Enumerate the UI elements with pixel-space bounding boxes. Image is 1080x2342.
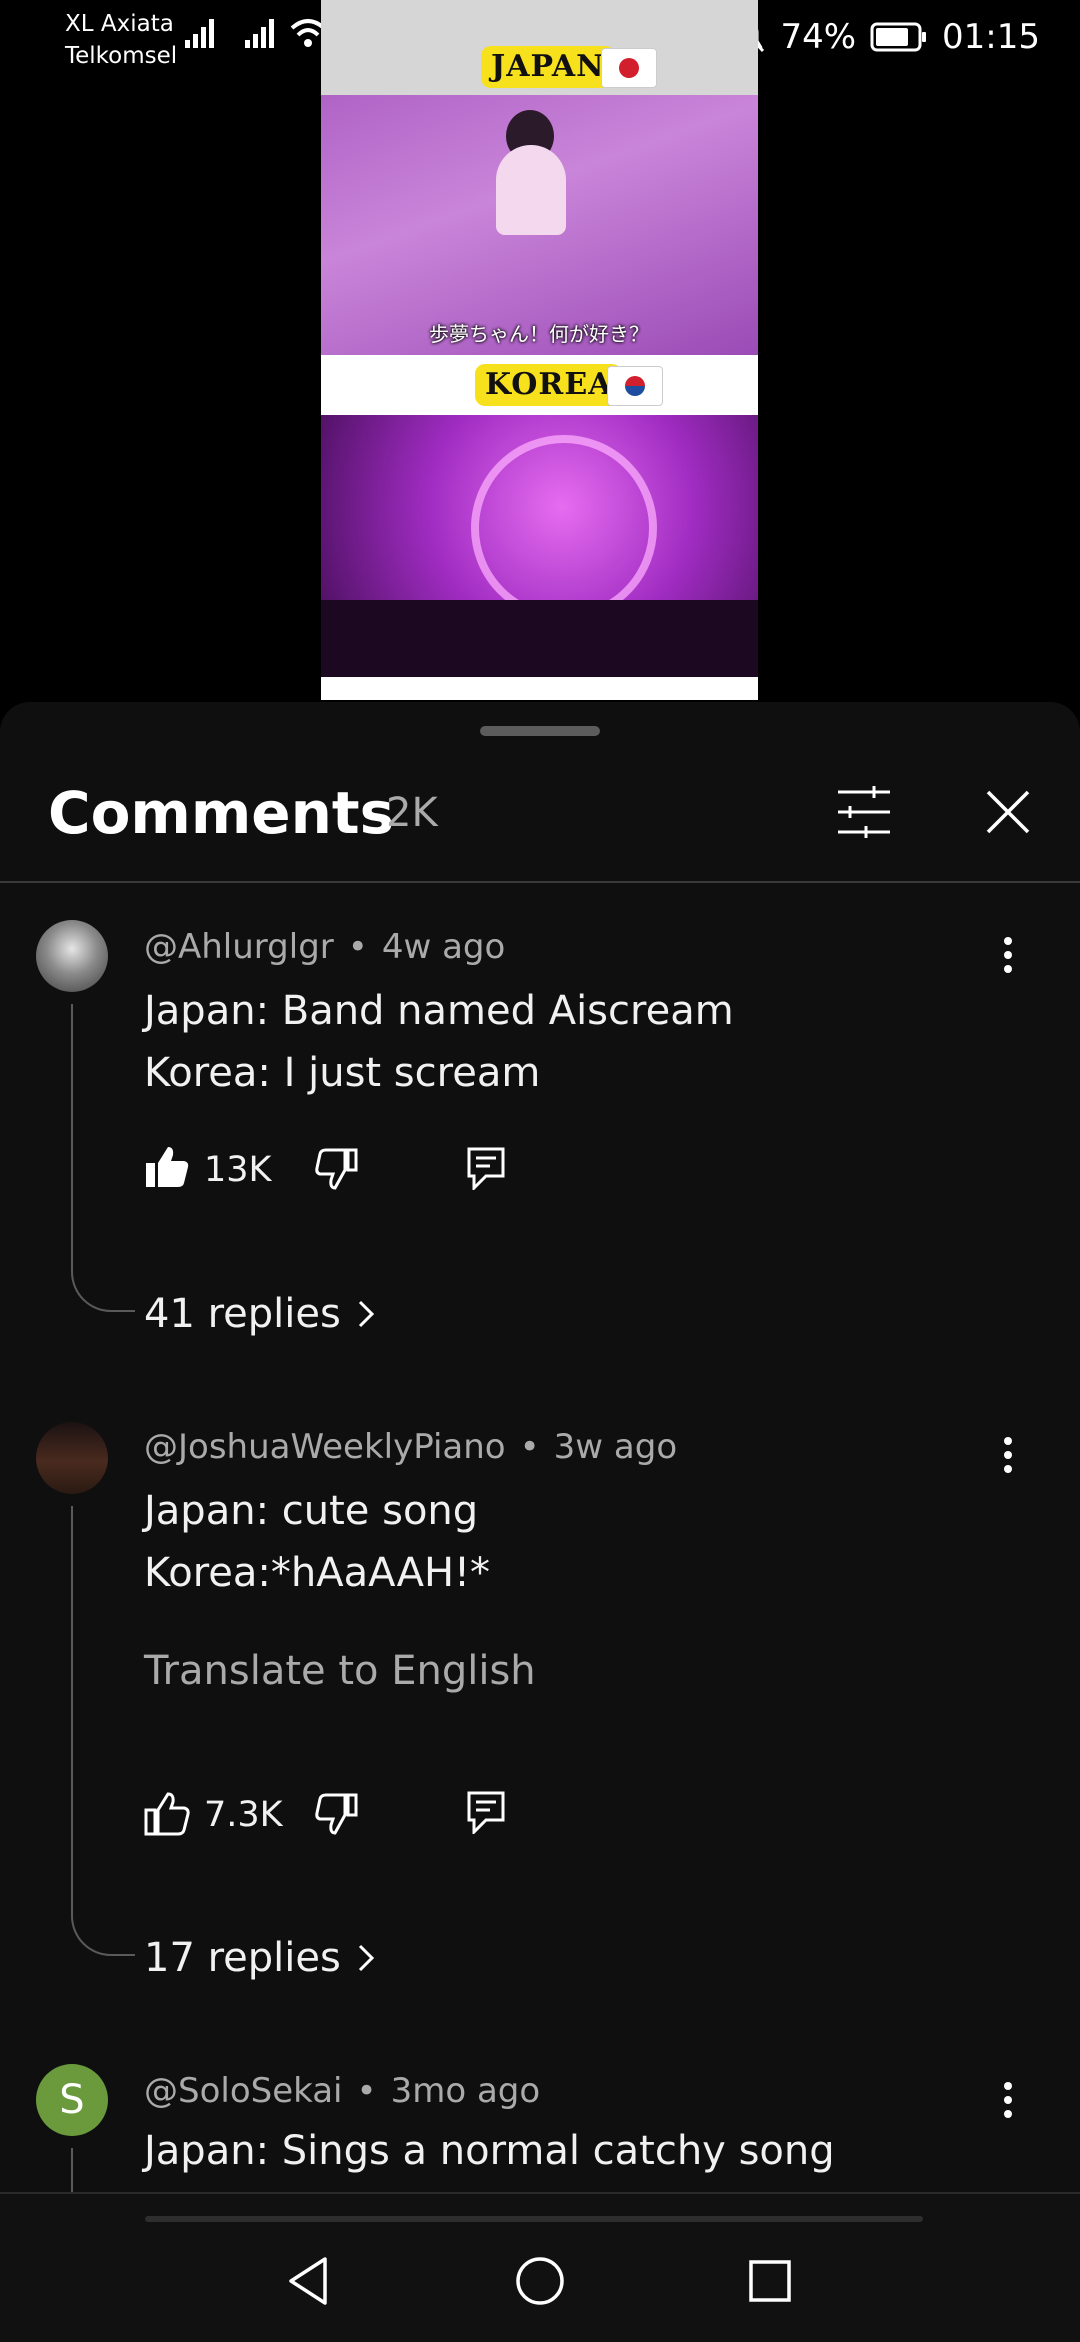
audience-silhouette — [321, 600, 758, 677]
signal-icon-2 — [245, 19, 274, 48]
battery-percent: 74% — [780, 17, 857, 57]
more-options-icon[interactable] — [1000, 1435, 1016, 1475]
reply-icon[interactable] — [466, 1790, 506, 1834]
comment-text-line: Japan: Sings a normal catchy song — [144, 2128, 835, 2174]
performer-body — [496, 145, 566, 235]
view-replies-button[interactable]: 41 replies — [144, 1288, 375, 1340]
comments-title: Comments — [48, 779, 395, 847]
chevron-right-icon — [358, 1944, 374, 1972]
avatar[interactable] — [36, 920, 108, 992]
carrier-1: XL Axiata — [65, 11, 174, 37]
video-subtitle: 歩夢ちゃん！何が好き？ — [429, 322, 649, 346]
home-icon[interactable] — [515, 2256, 565, 2306]
carrier-2: Telkomsel — [65, 43, 178, 69]
comment-text-line: Japan: cute song — [144, 1488, 479, 1534]
recents-icon[interactable] — [748, 2259, 792, 2303]
more-options-icon[interactable] — [1000, 2080, 1016, 2120]
comments-count: 2K — [386, 790, 438, 836]
video-player[interactable]: 歩夢ちゃん！何が好き？ JAPAN KOREA — [321, 0, 758, 700]
dislike-icon[interactable] — [314, 1793, 358, 1835]
header-divider — [0, 881, 1080, 883]
view-replies-button[interactable]: 17 replies — [144, 1932, 375, 1984]
replies-label: 41 replies — [144, 1291, 341, 1337]
label-japan: JAPAN — [481, 46, 615, 88]
more-options-icon[interactable] — [1000, 935, 1016, 975]
comment-text-line: Korea: I just scream — [144, 1050, 541, 1096]
input-bar-edge — [145, 2216, 923, 2222]
reply-icon[interactable] — [466, 1146, 506, 1190]
comment-author[interactable]: @JoshuaWeeklyPiano — [144, 1427, 506, 1467]
avatar[interactable]: S — [36, 2064, 108, 2136]
comment-age: 4w ago — [381, 927, 506, 967]
comment-author[interactable]: @Ahlurglgr — [144, 927, 334, 967]
thread-line — [71, 1506, 73, 1914]
thread-line — [71, 1004, 73, 1270]
close-icon[interactable] — [986, 790, 1030, 834]
comment-age: 3mo ago — [390, 2071, 541, 2111]
translate-button[interactable]: Translate to English — [144, 1645, 536, 1697]
comment-text-line: Japan: Band named Aiscream — [144, 988, 734, 1034]
comment-author[interactable]: @SoloSekai — [144, 2071, 343, 2111]
like-icon[interactable] — [144, 1145, 190, 1189]
like-icon[interactable] — [144, 1792, 190, 1836]
comment-age: 3w ago — [553, 1427, 678, 1467]
signal-icon — [185, 19, 214, 48]
comment-author-line: @JoshuaWeeklyPiano • 3w ago — [144, 1427, 678, 1467]
like-count: 7.3K — [204, 1795, 283, 1835]
drag-handle[interactable] — [480, 726, 600, 736]
chevron-right-icon — [358, 1300, 374, 1328]
thread-line — [71, 2148, 73, 2192]
comment-text-line: Korea:*hAaAAH!* — [144, 1550, 491, 1596]
filter-icon[interactable] — [836, 786, 892, 838]
stage-ring — [471, 435, 657, 621]
japan-flag-icon — [601, 48, 657, 88]
label-korea: KOREA — [475, 364, 623, 406]
comment-author-line: @Ahlurglgr • 4w ago — [144, 927, 506, 967]
clock: 01:15 — [942, 17, 1040, 57]
comment-author-line: @SoloSekai • 3mo ago — [144, 2071, 541, 2111]
back-icon[interactable] — [285, 2255, 331, 2307]
dislike-icon[interactable] — [314, 1148, 358, 1190]
like-count: 13K — [204, 1150, 272, 1190]
status-carriers: XL Axiata Telkomsel — [65, 8, 177, 72]
battery-icon — [870, 22, 927, 52]
avatar[interactable] — [36, 1422, 108, 1494]
replies-label: 17 replies — [144, 1935, 341, 1981]
korea-flag-icon — [607, 366, 663, 406]
